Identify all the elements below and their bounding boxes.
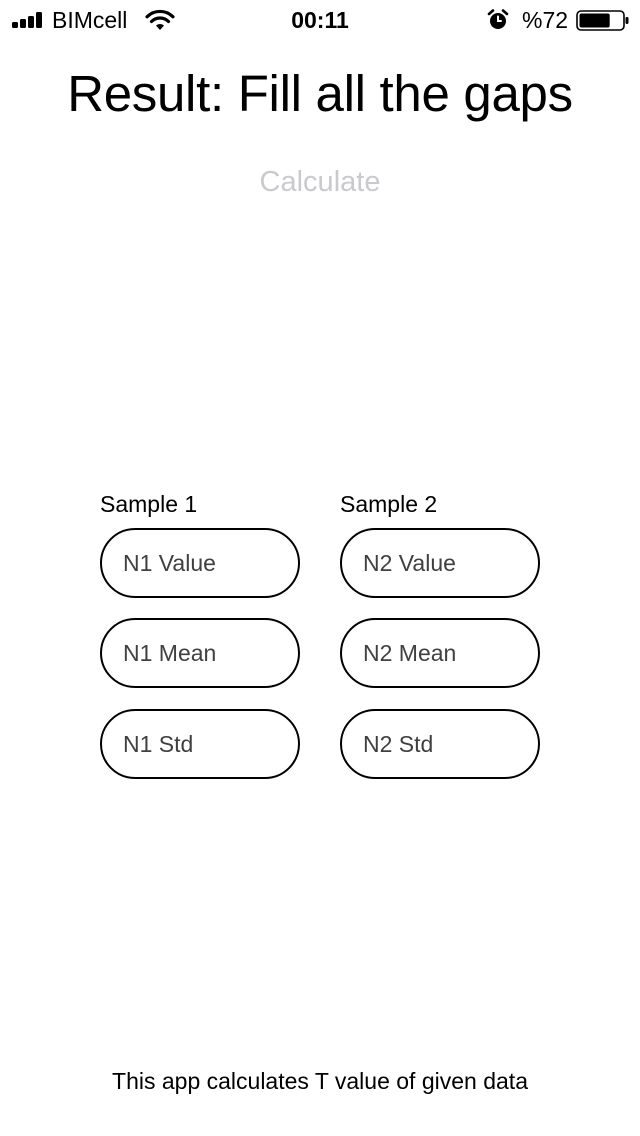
n2-mean-input[interactable] [340,618,540,688]
alarm-icon [487,9,509,29]
sample-1-label: Sample 1 [100,491,198,517]
battery-icon [576,10,629,31]
n1-std-input[interactable] [100,709,300,779]
page-title: Result: Fill all the gaps [67,65,573,122]
sample-2-label: Sample 2 [340,491,438,517]
status-bar: BIMcell 00:11 %72 [0,0,640,40]
footer-description: This app calculates T value of given dat… [112,1068,528,1094]
n2-std-input[interactable] [340,709,540,779]
battery-percent: %72 [522,7,569,33]
n1-value-input[interactable] [100,528,300,598]
n2-value-input[interactable] [340,528,540,598]
n1-mean-input[interactable] [100,618,300,688]
calculate-button[interactable]: Calculate [200,160,440,204]
